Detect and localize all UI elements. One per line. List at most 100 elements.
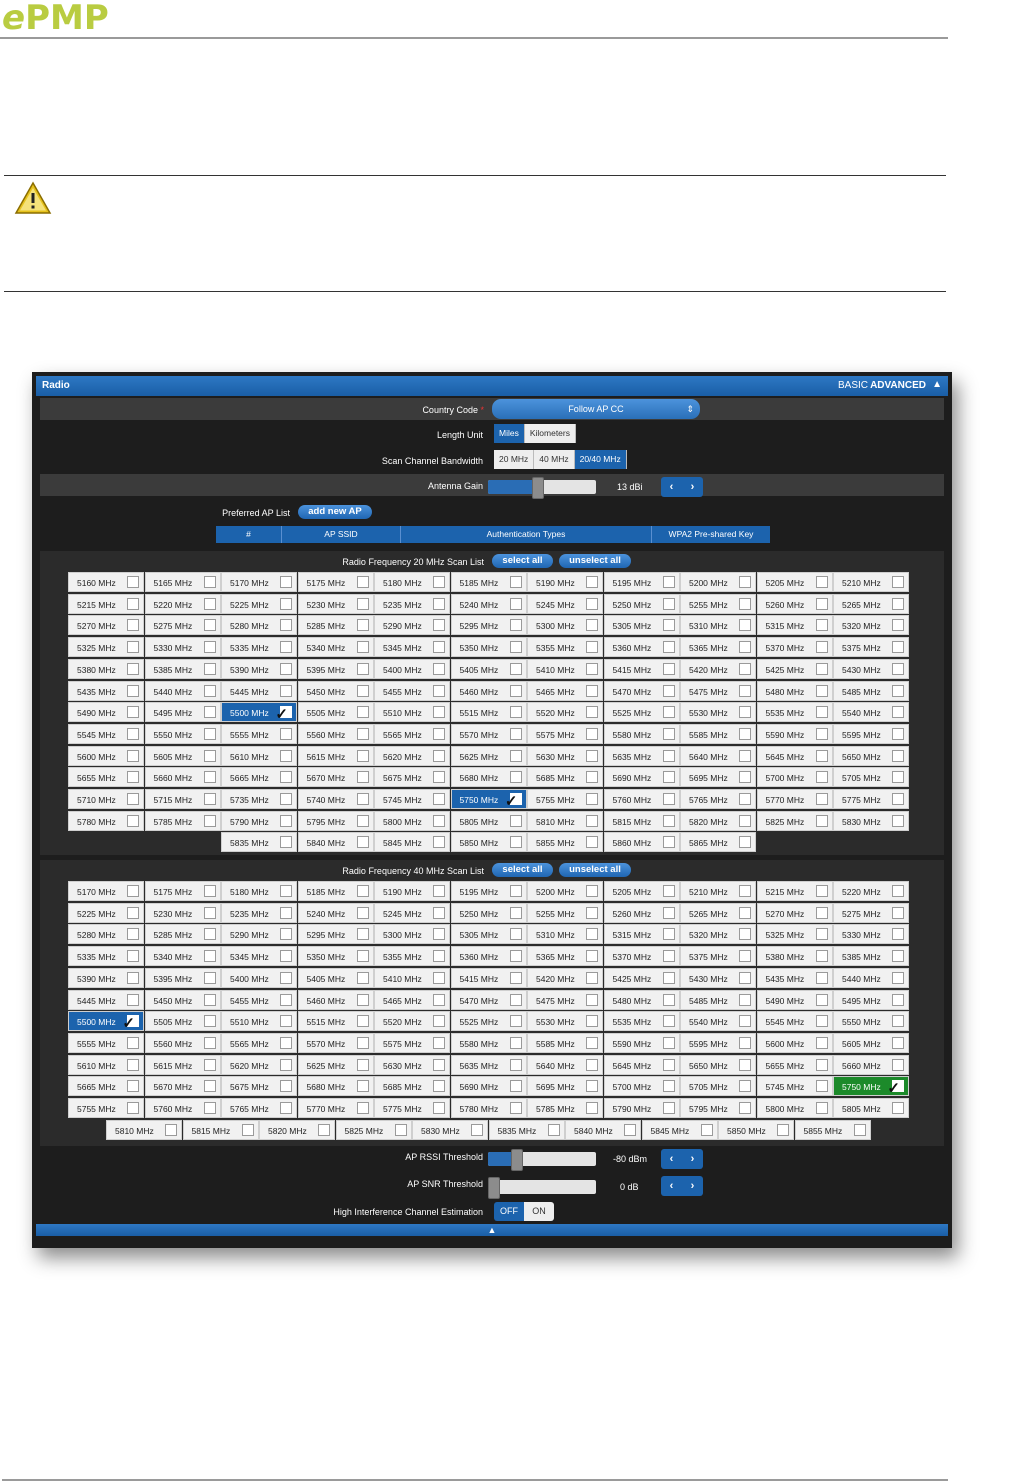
frequency-checkbox[interactable]: [892, 684, 904, 697]
frequency-option[interactable]: 5175 MHz: [144, 881, 221, 901]
frequency-checkbox[interactable]: [739, 641, 751, 654]
frequency-option[interactable]: 5320 MHz: [833, 615, 909, 636]
frequency-option[interactable]: 5595 MHz: [680, 1032, 756, 1053]
frequency-checkbox[interactable]: [586, 793, 598, 805]
frequency-option[interactable]: 5310 MHz: [680, 615, 756, 636]
frequency-checkbox[interactable]: [127, 793, 139, 805]
frequency-option[interactable]: 5375 MHz: [833, 637, 909, 658]
frequency-checkbox[interactable]: [662, 971, 675, 984]
frequency-option[interactable]: 5385 MHz: [144, 658, 221, 679]
frequency-option[interactable]: 5435 MHz: [68, 680, 144, 701]
frequency-option[interactable]: 5295 MHz: [450, 615, 527, 636]
frequency-checkbox[interactable]: [815, 1058, 828, 1071]
frequency-option[interactable]: 5245 MHz: [527, 593, 603, 614]
frequency-option[interactable]: 5745 MHz: [756, 1076, 833, 1097]
frequency-checkbox[interactable]: [509, 950, 522, 963]
frequency-checkbox[interactable]: [433, 619, 445, 632]
frequency-option[interactable]: 5265 MHz: [680, 902, 756, 923]
frequency-option[interactable]: 5260 MHz: [603, 902, 680, 923]
frequency-option[interactable]: 5555 MHz: [68, 1032, 144, 1053]
frequency-checkbox[interactable]: [356, 641, 369, 654]
frequency-checkbox[interactable]: [509, 1036, 522, 1049]
frequency-checkbox[interactable]: [892, 1015, 904, 1028]
frequency-checkbox[interactable]: [433, 771, 445, 784]
frequency-checkbox[interactable]: [815, 771, 828, 784]
frequency-checkbox[interactable]: [433, 684, 445, 697]
hice-on[interactable]: ON: [524, 1202, 554, 1221]
frequency-checkbox[interactable]: [433, 1080, 445, 1093]
frequency-checkbox[interactable]: [127, 662, 139, 675]
frequency-checkbox[interactable]: [280, 885, 292, 897]
frequency-checkbox[interactable]: [356, 928, 369, 941]
frequency-checkbox[interactable]: [280, 1036, 292, 1049]
frequency-checkbox[interactable]: [280, 836, 292, 849]
frequency-checkbox[interactable]: [815, 1036, 828, 1049]
frequency-checkbox[interactable]: [662, 1036, 675, 1049]
frequency-option[interactable]: 5470 MHz: [450, 989, 527, 1010]
frequency-checkbox[interactable]: [203, 950, 216, 963]
frequency-option[interactable]: 5790 MHz: [603, 1098, 680, 1118]
frequency-checkbox[interactable]: [203, 885, 216, 897]
frequency-checkbox[interactable]: [280, 727, 292, 740]
frequency-option[interactable]: 5185 MHz: [450, 572, 527, 592]
frequency-option[interactable]: 5495 MHz: [833, 989, 909, 1010]
frequency-checkbox[interactable]: [662, 662, 675, 675]
frequency-option[interactable]: 5840 MHz: [297, 832, 374, 853]
frequency-checkbox[interactable]: [203, 771, 216, 784]
frequency-option[interactable]: 5255 MHz: [527, 902, 603, 923]
frequency-option[interactable]: 5615 MHz: [144, 1054, 221, 1075]
frequency-checkbox[interactable]: [356, 619, 369, 632]
frequency-checkbox[interactable]: [280, 950, 292, 963]
frequency-option[interactable]: 5410 MHz: [527, 658, 603, 679]
frequency-option[interactable]: 5640 MHz: [527, 1054, 603, 1075]
frequency-option[interactable]: 5290 MHz: [374, 615, 450, 636]
frequency-option[interactable]: 5490 MHz: [756, 989, 833, 1010]
frequency-option[interactable]: 5165 MHz: [144, 572, 221, 592]
frequency-checkbox[interactable]: [356, 749, 369, 762]
frequency-checkbox[interactable]: [356, 706, 369, 719]
frequency-checkbox[interactable]: [356, 597, 369, 610]
frequency-checkbox[interactable]: ✓: [275, 706, 292, 723]
frequency-option[interactable]: 5585 MHz: [527, 1032, 603, 1053]
frequency-checkbox[interactable]: [739, 1102, 751, 1114]
frequency-option[interactable]: 5865 MHz: [680, 832, 756, 853]
frequency-option[interactable]: 5455 MHz: [374, 680, 450, 701]
frequency-option[interactable]: 5795 MHz: [680, 1098, 756, 1118]
frequency-option[interactable]: 5280 MHz: [221, 615, 297, 636]
frequency-checkbox[interactable]: [356, 814, 369, 827]
frequency-checkbox[interactable]: [356, 1080, 369, 1093]
frequency-checkbox[interactable]: [280, 1058, 292, 1071]
frequency-option[interactable]: 5785 MHz: [527, 1098, 603, 1118]
frequency-option[interactable]: 5240 MHz: [297, 902, 374, 923]
frequency-option[interactable]: 5210 MHz: [680, 881, 756, 901]
frequency-checkbox[interactable]: [471, 1123, 483, 1136]
frequency-option[interactable]: 5235 MHz: [374, 593, 450, 614]
frequency-option[interactable]: 5740 MHz: [297, 789, 374, 809]
frequency-checkbox[interactable]: [356, 906, 369, 919]
frequency-checkbox[interactable]: [662, 950, 675, 963]
scan20-unselect-all[interactable]: unselect all: [559, 554, 631, 568]
frequency-option[interactable]: 5625 MHz: [450, 745, 527, 766]
frequency-checkbox[interactable]: [127, 684, 139, 697]
frequency-checkbox[interactable]: [509, 641, 522, 654]
frequency-option[interactable]: 5500 MHz ✓: [68, 1011, 144, 1032]
frequency-option[interactable]: 5515 MHz: [450, 702, 527, 723]
frequency-option[interactable]: 5340 MHz: [144, 946, 221, 967]
frequency-option[interactable]: 5525 MHz: [603, 702, 680, 723]
frequency-checkbox[interactable]: [280, 1080, 292, 1093]
frequency-checkbox[interactable]: [586, 641, 598, 654]
frequency-checkbox[interactable]: [815, 727, 828, 740]
frequency-checkbox[interactable]: [892, 727, 904, 740]
frequency-option[interactable]: 5480 MHz: [756, 680, 833, 701]
frequency-checkbox[interactable]: [356, 771, 369, 784]
frequency-option[interactable]: 5695 MHz: [527, 1076, 603, 1097]
frequency-option[interactable]: 5570 MHz: [450, 723, 527, 744]
frequency-option[interactable]: 5665 MHz: [68, 1076, 144, 1097]
chevron-left-icon[interactable]: ‹: [670, 481, 674, 493]
frequency-checkbox[interactable]: [815, 597, 828, 610]
frequency-option[interactable]: 5250 MHz: [450, 902, 527, 923]
frequency-checkbox[interactable]: [280, 576, 292, 588]
frequency-option[interactable]: 5625 MHz: [297, 1054, 374, 1075]
frequency-option[interactable]: 5260 MHz: [756, 593, 833, 614]
frequency-checkbox[interactable]: [203, 814, 216, 827]
